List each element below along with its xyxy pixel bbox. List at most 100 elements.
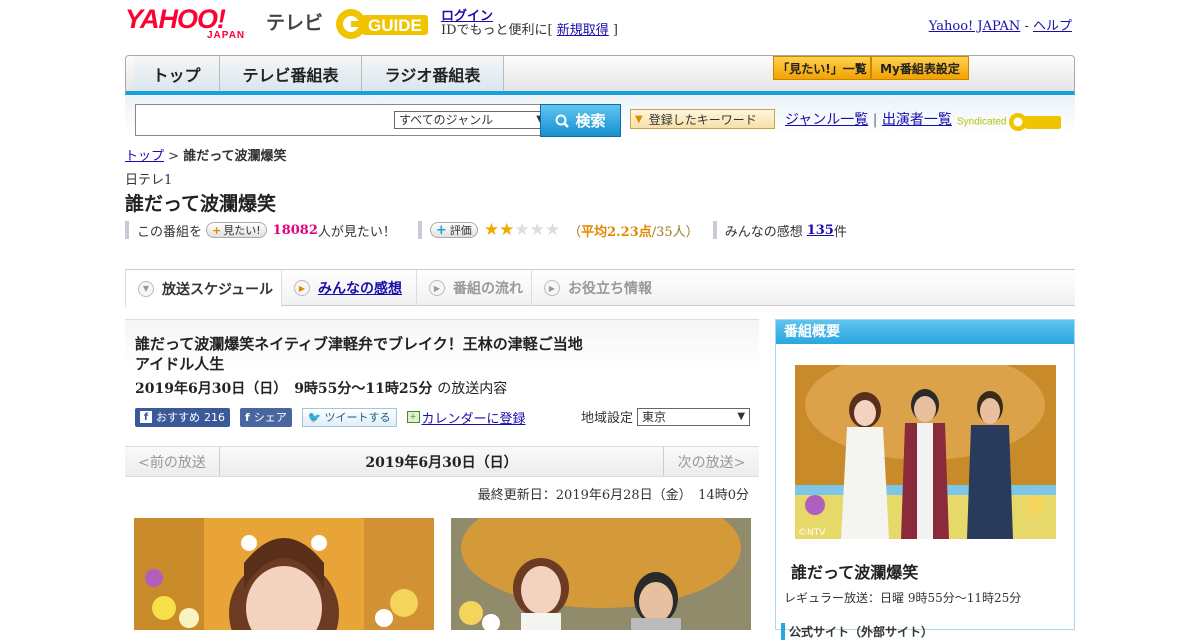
mitai-count: 18082 (272, 222, 318, 238)
episode-datetime-value: 2019年6月30日（日） 9時55分～11時25分 (135, 381, 433, 397)
episode-photo-1 (134, 518, 434, 630)
episode-article: 誰だって波瀾爆笑ネイティブ津軽弁でブレイク！王林の津軽ご当地アイドル人生 201… (125, 319, 759, 630)
stat-separator (125, 221, 129, 239)
breadcrumb-top-link[interactable]: トップ (125, 149, 164, 164)
genre-select-value: すべてのジャンル (399, 113, 494, 127)
yahoo-japan-link[interactable]: Yahoo! JAPAN (929, 19, 1021, 34)
rate-button[interactable]: + 評価 (429, 222, 478, 238)
star-empty-icon: ★ (544, 219, 561, 240)
twitter-icon: 🐦 (307, 410, 322, 424)
performer-list-link[interactable]: 出演者一覧 (882, 112, 952, 128)
breadcrumb: トップ > 誰だって波瀾爆笑 (125, 145, 287, 164)
calendar-link-label: カレンダーに登録 (421, 411, 526, 427)
overview-title: 誰だって波瀾爆笑 (791, 563, 919, 582)
fb-share-button[interactable]: f シェア (240, 407, 292, 427)
star-filled-icon: ★ (483, 219, 500, 240)
play-icon: ▶ (294, 280, 310, 296)
tab-radio-schedule[interactable]: ラジオ番組表 (362, 56, 504, 91)
kansou-label: みんなの感想 (724, 224, 803, 240)
kansou-suffix: 件 (833, 224, 847, 240)
genre-list-link[interactable]: ジャンル一覧 (785, 112, 868, 128)
gguide-logo-text: GUIDE (368, 16, 422, 35)
tab-label: 番組の流れ (453, 281, 523, 297)
plus-icon: + (435, 222, 447, 238)
genre-select[interactable]: すべてのジャンル▼ (394, 111, 549, 129)
prev-broadcast-button[interactable]: <前の放送 (125, 447, 220, 476)
search-button[interactable]: 検索 (540, 104, 621, 137)
id-promo-text: IDでもっと便利に[ (441, 23, 557, 38)
chevron-down-icon: ▼ (737, 410, 746, 422)
tab-label: 放送スケジュール (162, 281, 274, 298)
search-button-label: 検索 (575, 112, 606, 130)
region-select[interactable]: 東京 ▼ (637, 407, 751, 426)
rating-average: 平均2.23点 (581, 224, 652, 240)
id-promo-end: ] (608, 23, 618, 38)
stat-separator (417, 221, 422, 239)
tab-label: みんなの感想 (318, 281, 402, 297)
search-bar: すべてのジャンル▼ 検索 ▼ 登録したキーワード ジャンル一覧 | 出演者一覧 … (125, 95, 1075, 137)
search-icon (555, 114, 570, 128)
breadcrumb-sep: > (164, 149, 184, 164)
tab-broadcast-schedule[interactable]: ▼ 放送スケジュール (125, 270, 282, 307)
fb-count: 216 (204, 410, 225, 424)
play-icon: ▶ (544, 280, 560, 296)
link-dash: - (1020, 19, 1033, 34)
rating-open: （ (568, 224, 582, 240)
official-site-link[interactable]: 公式サイト（外部サイト） (781, 623, 933, 640)
play-icon: ▶ (429, 280, 445, 296)
fb-recommend-button[interactable]: f おすすめ 216 (135, 407, 230, 427)
gguide-logo[interactable]: GUIDE (334, 6, 434, 42)
facebook-icon: f (245, 410, 250, 424)
tweet-button[interactable]: 🐦 ツイートする (301, 407, 397, 427)
region-select-value: 東京 (642, 409, 667, 424)
regular-schedule: レギュラー放送：日曜 9時55分～11時25分 (784, 591, 1022, 605)
channel-name: 日テレ1 (125, 173, 173, 188)
overview-photo-image: ©NTV (795, 365, 1056, 539)
mitai-button-label: 見たい! (223, 224, 261, 237)
program-subtabs: ▼ 放送スケジュール ▶ みんなの感想 ▶ 番組の流れ ▶ お役立ち情報 (125, 269, 1075, 307)
chevron-down-icon: ▼ (138, 280, 154, 297)
tab-program-flow[interactable]: ▶ 番組の流れ (417, 270, 532, 306)
id-promo: IDでもっと便利に[ 新規取得 ] (441, 19, 618, 38)
tab-tv-schedule[interactable]: テレビ番組表 (220, 56, 362, 91)
tab-label: お役立ち情報 (568, 281, 652, 297)
last-updated: 最終更新日：2019年6月28日（金） 14時0分 (477, 488, 749, 503)
rating-stars: ★★★★★ (483, 219, 561, 240)
tab-useful-info[interactable]: ▶ お役立ち情報 (532, 270, 662, 306)
photo-copyright: ©NTV (798, 528, 826, 538)
overview-photo: ©NTV (795, 365, 1056, 539)
region-label: 地域設定 (581, 411, 634, 426)
calendar-link[interactable]: + カレンダーに登録 (406, 408, 526, 427)
gguide-logo-icon: GUIDE (336, 9, 428, 39)
plus-icon: + (212, 223, 222, 237)
my-schedule-button[interactable]: My番組表設定 (871, 56, 969, 80)
episode-photo-2-image (451, 518, 751, 630)
mitai-prefix: この番組を (137, 224, 203, 240)
fb-recommend-label: おすすめ (156, 411, 200, 424)
episode-datetime: 2019年6月30日（日） 9時55分～11時25分 の放送内容 (135, 378, 507, 398)
star-empty-icon: ★ (514, 219, 530, 240)
register-link[interactable]: 新規取得 (557, 23, 609, 38)
episode-photo-2 (451, 518, 751, 630)
overview-heading: 番組概要 (776, 320, 1074, 344)
program-overview-panel: 番組概要 ©NTV 誰だって波瀾爆笑 レギュラー放送：日曜 9時55分～11時2… (775, 319, 1075, 640)
tab-top[interactable]: トップ (134, 56, 220, 91)
registered-keyword-button[interactable]: ▼ 登録したキーワード (630, 109, 775, 129)
fb-share-label: シェア (253, 411, 287, 424)
mitai-button[interactable]: + 見たい! (206, 222, 267, 238)
mitai-list-button[interactable]: 「見たい!」一覧 (773, 56, 871, 80)
search-input[interactable]: すべてのジャンル▼ (135, 104, 549, 136)
tab-everyone-comments[interactable]: ▶ みんなの感想 (282, 270, 417, 306)
yahoo-japan-logo[interactable]: YAHOO! JAPAN (125, 6, 265, 42)
top-right-links: Yahoo! JAPAN - ヘルプ (929, 15, 1072, 34)
help-link[interactable]: ヘルプ (1033, 19, 1072, 34)
kansou-count-link[interactable]: 135 (807, 223, 834, 238)
date-navigation: <前の放送 2019年6月30日（日） 次の放送> (125, 446, 759, 477)
social-buttons: f おすすめ 216 f シェア 🐦 ツイートする + カレンダーに登録 (135, 407, 526, 427)
next-broadcast-button[interactable]: 次の放送> (663, 447, 759, 476)
service-label: テレビ (266, 12, 324, 34)
facebook-icon: f (140, 411, 152, 423)
syndicated-logo: Syndicated (957, 111, 1062, 133)
episode-date-suffix: の放送内容 (437, 381, 508, 397)
rating-people: /35人） (651, 224, 699, 240)
